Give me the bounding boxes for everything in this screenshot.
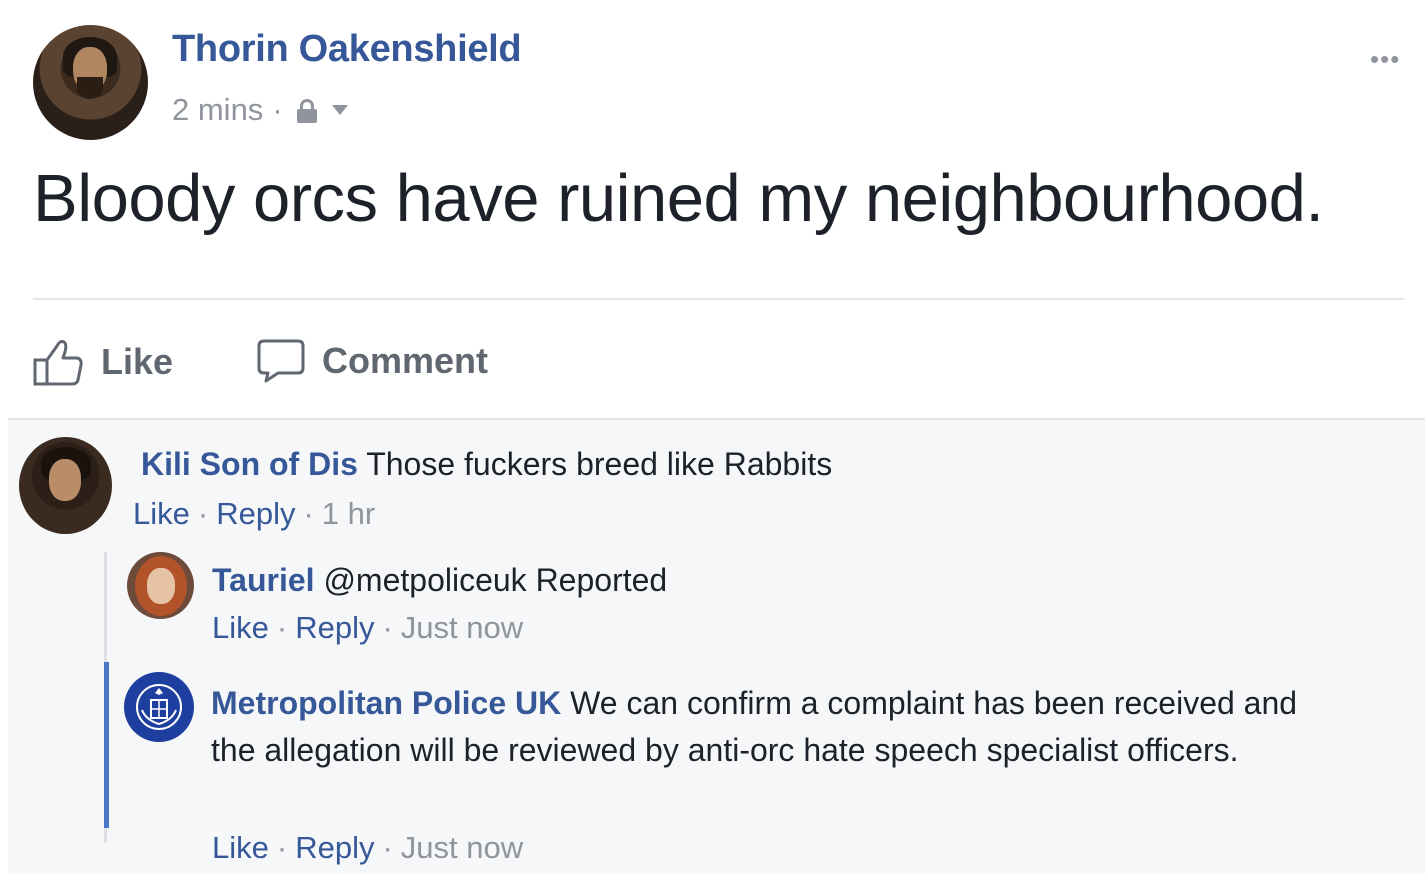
commenter-avatar-metpolice[interactable] [124,672,194,742]
police-crest-icon [136,684,182,730]
commenter-avatar-kili[interactable] [19,437,112,534]
author-avatar[interactable] [33,25,148,140]
avatar-beard [77,77,103,99]
comment-text: Those fuckers breed like Rabbits [366,446,833,482]
like-label: Like [101,341,174,382]
commenter-avatar-tauriel[interactable] [127,552,194,619]
thumbs-up-icon [33,340,83,386]
avatar-face [147,568,175,604]
post-card: Thorin Oakenshield 2 mins · ••• Bloody o… [0,0,1425,418]
avatar-face [49,459,81,501]
reply-1-actions: Like · Reply · Just now [212,610,524,645]
post-timestamp[interactable]: 2 mins [172,92,263,128]
comment-reply-link[interactable]: Reply [295,830,374,865]
post-text: Bloody orcs have ruined my neighbourhood… [33,161,1324,236]
comment-like-link[interactable]: Like [212,830,269,865]
reply-1: Tauriel @metpoliceuk Reported [212,562,667,599]
like-button[interactable]: Like [33,338,173,386]
reply-2-actions: Like · Reply · Just now [212,830,524,865]
more-options-button[interactable]: ••• [1370,44,1400,75]
comment-timestamp[interactable]: 1 hr [322,496,375,531]
comment-1-actions: Like · Reply · 1 hr [133,496,376,531]
comment-button[interactable]: Comment [256,338,488,384]
speech-bubble-icon [257,339,305,383]
post-author-name[interactable]: Thorin Oakenshield [172,28,522,71]
lock-icon [296,97,318,123]
meta-separator: · [272,92,283,127]
comment-author[interactable]: Kili Son of Dis [141,446,358,482]
comment-author[interactable]: Metropolitan Police UK [211,685,561,721]
comment-timestamp[interactable]: Just now [401,830,523,865]
comment-label: Comment [322,340,489,381]
comment-author[interactable]: Tauriel [212,562,315,598]
comment-reply-link[interactable]: Reply [295,610,374,645]
reply-highlight-bar [104,662,109,828]
reply-2: Metropolitan Police UK We can confirm a … [211,680,1341,774]
comments-section: Kili Son of Dis Those fuckers breed like… [8,418,1425,874]
comment-reply-link[interactable]: Reply [216,496,295,531]
post-meta: 2 mins · [172,92,348,128]
comment-like-link[interactable]: Like [133,496,190,531]
comment-text: @metpoliceuk Reported [323,562,668,598]
comment-timestamp[interactable]: Just now [401,610,523,645]
comment-like-link[interactable]: Like [212,610,269,645]
divider [33,298,1404,300]
caret-down-icon[interactable] [331,105,348,115]
comment-1: Kili Son of Dis Those fuckers breed like… [141,446,832,483]
